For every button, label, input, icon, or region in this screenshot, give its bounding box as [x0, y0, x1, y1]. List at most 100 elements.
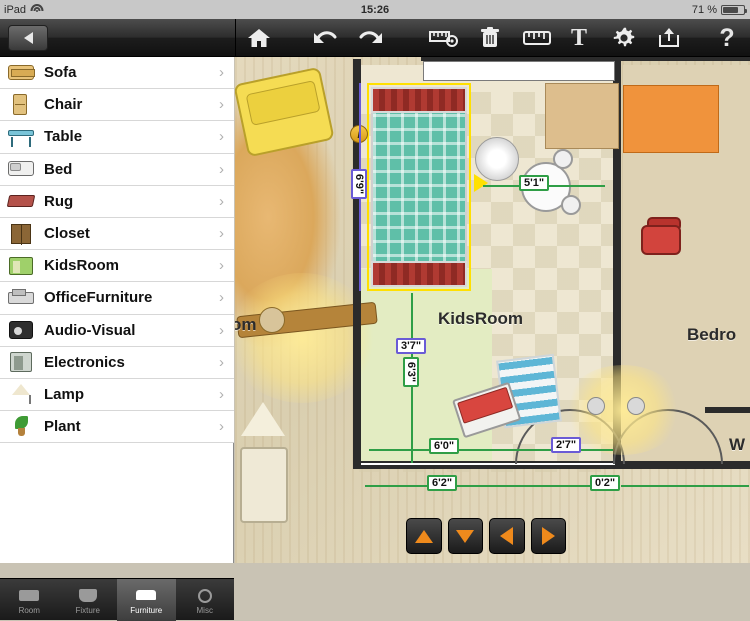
round-chair-top[interactable]: [553, 149, 573, 169]
selection-box[interactable]: [367, 83, 471, 291]
office-furniture-icon: [6, 285, 36, 311]
nudge-right-button[interactable]: [530, 518, 566, 554]
dim-door-width-label[interactable]: 2'7": [551, 437, 582, 453]
sidebar-item-label: Closet: [44, 225, 90, 243]
room-label-kidsroom: KidsRoom: [438, 309, 523, 328]
partial-room-label-right: W: [729, 435, 746, 454]
toolbar-divider: [235, 19, 236, 57]
lamp-icon: [6, 381, 36, 407]
red-chair-object[interactable]: [641, 217, 687, 259]
audio-visual-icon: [6, 317, 36, 343]
sidebar-item-label: Audio-Visual: [44, 321, 136, 339]
dim-selected-height-label[interactable]: 6'9": [351, 169, 367, 200]
misc-icon: [194, 586, 216, 604]
sidebar-item-label: OfficeFurniture: [44, 289, 153, 307]
tab-label: Furniture: [130, 605, 163, 615]
measure-settings-button[interactable]: [427, 24, 461, 52]
resize-arrow-handle[interactable]: [474, 174, 488, 192]
help-button[interactable]: ?: [710, 24, 744, 52]
sidebar-item-table[interactable]: Table ›: [0, 121, 234, 154]
triangle-left-icon: [500, 527, 514, 545]
tab-misc[interactable]: Misc: [176, 579, 235, 621]
tab-label: Room: [18, 605, 40, 615]
nudge-up-button[interactable]: [406, 518, 442, 554]
floor-lamp-object[interactable]: [241, 402, 285, 436]
triangle-down-icon: [456, 529, 475, 543]
sidebar-item-label: Bed: [44, 160, 73, 178]
tab-label: Fixture: [75, 605, 100, 615]
battery-percent-label: 71 %: [691, 3, 717, 16]
sidebar-item-sofa[interactable]: Sofa ›: [0, 57, 234, 90]
sidebar-item-closet[interactable]: Closet ›: [0, 217, 234, 251]
chevron-right-icon: ›: [219, 64, 224, 82]
sidebar-item-officefurniture[interactable]: OfficeFurniture ›: [0, 282, 234, 315]
window-top: [423, 61, 615, 81]
dim-selected-width-label[interactable]: 3'7": [396, 338, 427, 354]
dimline-bottom-outer: [365, 485, 615, 487]
dim-left-wall-label[interactable]: 6'3": [403, 357, 419, 388]
sidebar-item-label: KidsRoom: [44, 257, 119, 275]
sidebar-item-rug[interactable]: Rug ›: [0, 185, 234, 218]
tab-room[interactable]: Room: [0, 579, 59, 621]
triangle-up-icon: [414, 529, 433, 543]
neighbor-room-label: Bedro: [687, 325, 737, 344]
chevron-right-icon: ›: [219, 225, 224, 243]
chevron-right-icon: ›: [219, 289, 224, 307]
status-bar-left: iPad: [0, 4, 200, 16]
sconce-left[interactable]: [587, 397, 605, 415]
floorplan-canvas[interactable]: om Bedro W i KidsRoom 6'9" 3'7" 5'1": [235, 57, 750, 563]
chevron-right-icon: ›: [219, 385, 224, 403]
nudge-down-button[interactable]: [447, 518, 483, 554]
sidebar-item-chair[interactable]: Chair ›: [0, 89, 234, 122]
clock-label: 15:26: [360, 3, 390, 16]
sidebar-item-label: Table: [44, 128, 83, 146]
category-list[interactable]: Sofa › Chair › Table › Bed › Rug › Close…: [0, 57, 234, 521]
redo-button[interactable]: [354, 24, 388, 52]
sidebar-item-label: Rug: [44, 192, 74, 210]
chevron-right-icon: ›: [219, 418, 224, 436]
sidebar-item-audio-visual[interactable]: Audio-Visual ›: [0, 314, 234, 347]
sconce-right[interactable]: [627, 397, 645, 415]
dim-bottom-outer-label[interactable]: 6'2": [427, 475, 458, 491]
tan-furniture-object[interactable]: [545, 83, 619, 149]
furniture-category-sidebar: Sofa › Chair › Table › Bed › Rug › Close…: [0, 57, 234, 621]
triangle-right-icon: [541, 527, 555, 545]
dim-gap-right-label[interactable]: 5'1": [519, 175, 550, 191]
sidebar-item-electronics[interactable]: Electronics ›: [0, 346, 234, 379]
nudge-left-button[interactable]: [489, 518, 525, 554]
furniture-icon: [135, 586, 157, 604]
sidebar-item-label: Lamp: [44, 385, 85, 403]
sidebar-item-label: Electronics: [44, 353, 125, 371]
round-chair-bottom[interactable]: [561, 195, 581, 215]
table-knob: [259, 307, 285, 333]
nudge-dpad: [406, 518, 566, 558]
left-chair-object[interactable]: [240, 447, 288, 523]
tab-fixture[interactable]: Fixture: [59, 579, 118, 621]
bottom-tab-bar: Room Fixture Furniture Misc: [0, 578, 235, 621]
chevron-right-icon: ›: [219, 128, 224, 146]
rug-icon: [6, 188, 36, 214]
tab-furniture[interactable]: Furniture: [117, 579, 176, 621]
sidebar-item-kidsroom[interactable]: KidsRoom ›: [0, 250, 234, 283]
sidebar-item-plant[interactable]: Plant ›: [0, 411, 234, 444]
share-button[interactable]: [652, 24, 686, 52]
dim-bottom-right-label[interactable]: 0'2": [590, 475, 621, 491]
settings-button[interactable]: [607, 24, 641, 52]
chevron-right-icon: ›: [219, 257, 224, 275]
device-label: iPad: [4, 3, 27, 16]
text-button[interactable]: T: [562, 24, 596, 52]
orange-furniture-object[interactable]: [623, 85, 719, 153]
delete-button[interactable]: [473, 24, 507, 52]
chevron-right-icon: ›: [219, 160, 224, 178]
chevron-right-icon: ›: [219, 321, 224, 339]
back-button[interactable]: [8, 25, 48, 51]
sidebar-item-label: Chair: [44, 96, 83, 114]
dim-bottom-inner-label[interactable]: 6'0": [429, 438, 460, 454]
sidebar-item-bed[interactable]: Bed ›: [0, 153, 234, 186]
battery-icon: [721, 4, 747, 15]
dimension-button[interactable]: [520, 24, 554, 52]
sidebar-item-lamp[interactable]: Lamp ›: [0, 378, 234, 412]
undo-button[interactable]: [308, 24, 342, 52]
home-button[interactable]: [242, 24, 276, 52]
closet-icon: [6, 221, 36, 247]
